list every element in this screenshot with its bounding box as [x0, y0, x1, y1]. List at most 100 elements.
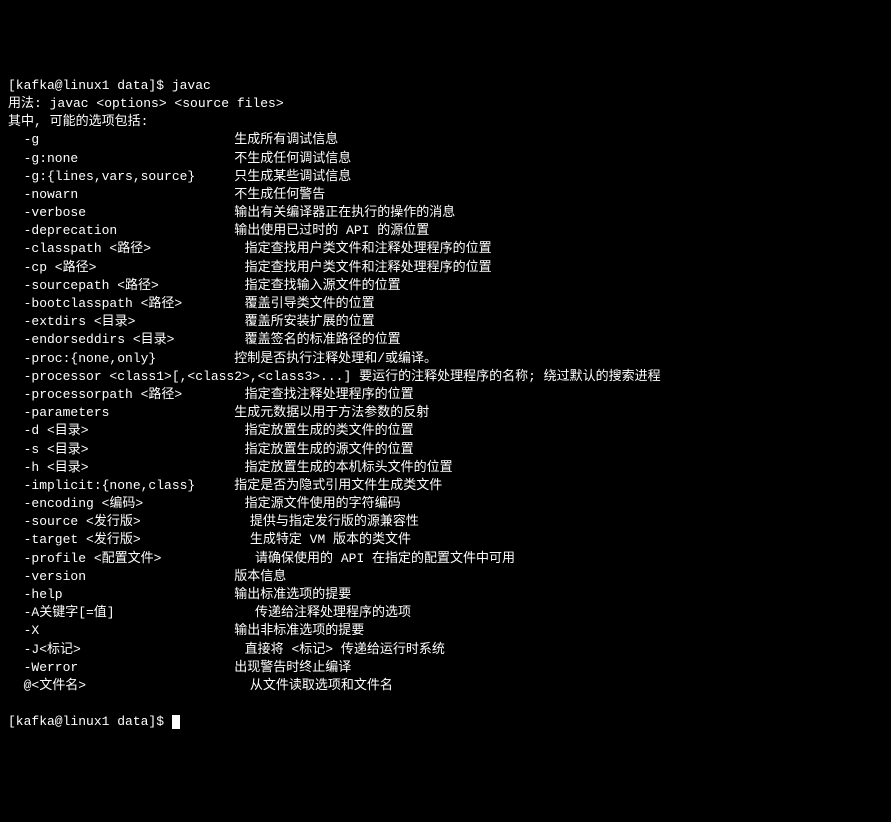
option-description: 只生成某些调试信息 [234, 169, 351, 184]
option-flag: -cp <路径> [8, 260, 245, 275]
option-description: 请确保使用的 API 在指定的配置文件中可用 [255, 551, 515, 566]
option-description: 不生成任何调试信息 [234, 151, 351, 166]
option-line: -sourcepath <路径> 指定查找输入源文件的位置 [8, 277, 883, 295]
option-flag: -nowarn [8, 187, 234, 202]
option-description: 指定放置生成的源文件的位置 [245, 442, 414, 457]
command-entered: javac [172, 78, 211, 93]
option-line: -g:{lines,vars,source} 只生成某些调试信息 [8, 168, 883, 186]
option-line: -implicit:{none,class} 指定是否为隐式引用文件生成类文件 [8, 477, 883, 495]
option-description: 指定查找用户类文件和注释处理程序的位置 [245, 241, 492, 256]
option-flag: -s <目录> [8, 442, 245, 457]
option-flag: -h <目录> [8, 460, 245, 475]
option-flag: -parameters [8, 405, 234, 420]
option-description: 覆盖所安装扩展的位置 [245, 314, 375, 329]
option-flag: -sourcepath <路径> [8, 278, 245, 293]
option-description: 输出非标准选项的提要 [234, 623, 364, 638]
option-line: -version 版本信息 [8, 568, 883, 586]
option-flag: @<文件名> [8, 678, 250, 693]
option-flag: -source <发行版> [8, 514, 250, 529]
option-line: -h <目录> 指定放置生成的本机标头文件的位置 [8, 459, 883, 477]
option-line: -J<标记> 直接将 <标记> 传递给运行时系统 [8, 641, 883, 659]
option-description: 提供与指定发行版的源兼容性 [250, 514, 419, 529]
option-flag: -encoding <编码> [8, 496, 245, 511]
option-flag: -target <发行版> [8, 532, 250, 547]
option-description: 输出有关编译器正在执行的操作的消息 [234, 205, 455, 220]
option-line: -verbose 输出有关编译器正在执行的操作的消息 [8, 204, 883, 222]
prompt-line-1: [kafka@linux1 data]$ javac [8, 77, 883, 95]
option-flag: -classpath <路径> [8, 241, 245, 256]
option-description: 生成元数据以用于方法参数的反射 [234, 405, 429, 420]
option-flag: -verbose [8, 205, 234, 220]
option-flag: -implicit:{none,class} [8, 478, 234, 493]
option-line: -processor <class1>[,<class2>,<class3>..… [8, 368, 883, 386]
options-header: 其中, 可能的选项包括: [8, 113, 883, 131]
option-line: -proc:{none,only} 控制是否执行注释处理和/或编译。 [8, 350, 883, 368]
option-flag: -J<标记> [8, 642, 245, 657]
option-description: 输出使用已过时的 API 的源位置 [234, 223, 429, 238]
option-description: 指定放置生成的类文件的位置 [245, 423, 414, 438]
option-flag: -g:{lines,vars,source} [8, 169, 234, 184]
option-flag: -endorseddirs <目录> [8, 332, 245, 347]
option-description: 生成特定 VM 版本的类文件 [250, 532, 411, 547]
option-line: -encoding <编码> 指定源文件使用的字符编码 [8, 495, 883, 513]
option-line: @<文件名> 从文件读取选项和文件名 [8, 677, 883, 695]
option-line: -help 输出标准选项的提要 [8, 586, 883, 604]
option-description: 生成所有调试信息 [234, 132, 338, 147]
option-description: 指定是否为隐式引用文件生成类文件 [234, 478, 442, 493]
option-description: 指定放置生成的本机标头文件的位置 [245, 460, 453, 475]
option-description: 控制是否执行注释处理和/或编译。 [234, 351, 437, 366]
option-flag: -Werror [8, 660, 234, 675]
option-line: -d <目录> 指定放置生成的类文件的位置 [8, 422, 883, 440]
option-flag: -g:none [8, 151, 234, 166]
option-line: -profile <配置文件> 请确保使用的 API 在指定的配置文件中可用 [8, 550, 883, 568]
option-flag: -d <目录> [8, 423, 245, 438]
shell-prompt: [kafka@linux1 data]$ [8, 78, 172, 93]
option-flag: -extdirs <目录> [8, 314, 245, 329]
option-flag: -A关键字[=值] [8, 605, 255, 620]
cursor [172, 715, 180, 729]
option-flag: -g [8, 132, 234, 147]
option-description: 指定查找输入源文件的位置 [245, 278, 401, 293]
option-flag: -processor <class1>[,<class2>,<class3>..… [8, 369, 359, 384]
option-description: 不生成任何警告 [234, 187, 325, 202]
option-flag: -version [8, 569, 234, 584]
option-flag: -bootclasspath <路径> [8, 296, 245, 311]
option-description: 出现警告时终止编译 [234, 660, 351, 675]
option-flag: -deprecation [8, 223, 234, 238]
option-line: -Werror 出现警告时终止编译 [8, 659, 883, 677]
option-line: -processorpath <路径> 指定查找注释处理程序的位置 [8, 386, 883, 404]
option-description: 版本信息 [234, 569, 286, 584]
option-line: -endorseddirs <目录> 覆盖签名的标准路径的位置 [8, 331, 883, 349]
option-line: -target <发行版> 生成特定 VM 版本的类文件 [8, 531, 883, 549]
option-line: -source <发行版> 提供与指定发行版的源兼容性 [8, 513, 883, 531]
terminal-output: [kafka@linux1 data]$ javac用法: javac <opt… [8, 77, 883, 732]
option-description: 指定源文件使用的字符编码 [245, 496, 401, 511]
option-description: 要运行的注释处理程序的名称; 绕过默认的搜索进程 [359, 369, 661, 384]
option-line: -g:none 不生成任何调试信息 [8, 150, 883, 168]
option-line: -g 生成所有调试信息 [8, 131, 883, 149]
option-line: -A关键字[=值] 传递给注释处理程序的选项 [8, 604, 883, 622]
option-description: 输出标准选项的提要 [234, 587, 351, 602]
option-line: -nowarn 不生成任何警告 [8, 186, 883, 204]
option-description: 指定查找用户类文件和注释处理程序的位置 [245, 260, 492, 275]
options-list: -g 生成所有调试信息 -g:none 不生成任何调试信息 -g:{lines,… [8, 131, 883, 695]
option-description: 指定查找注释处理程序的位置 [245, 387, 414, 402]
option-description: 覆盖引导类文件的位置 [245, 296, 375, 311]
option-line: -extdirs <目录> 覆盖所安装扩展的位置 [8, 313, 883, 331]
option-line: -s <目录> 指定放置生成的源文件的位置 [8, 441, 883, 459]
option-description: 直接将 <标记> 传递给运行时系统 [245, 642, 445, 657]
option-flag: -proc:{none,only} [8, 351, 234, 366]
option-flag: -X [8, 623, 234, 638]
shell-prompt: [kafka@linux1 data]$ [8, 714, 172, 729]
option-flag: -processorpath <路径> [8, 387, 245, 402]
option-flag: -profile <配置文件> [8, 551, 255, 566]
option-line: -classpath <路径> 指定查找用户类文件和注释处理程序的位置 [8, 240, 883, 258]
option-description: 覆盖签名的标准路径的位置 [245, 332, 401, 347]
option-line: -parameters 生成元数据以用于方法参数的反射 [8, 404, 883, 422]
option-line: -X 输出非标准选项的提要 [8, 622, 883, 640]
option-description: 传递给注释处理程序的选项 [255, 605, 411, 620]
prompt-line-2[interactable]: [kafka@linux1 data]$ [8, 713, 883, 731]
option-line: -cp <路径> 指定查找用户类文件和注释处理程序的位置 [8, 259, 883, 277]
option-description: 从文件读取选项和文件名 [250, 678, 393, 693]
option-line: -bootclasspath <路径> 覆盖引导类文件的位置 [8, 295, 883, 313]
